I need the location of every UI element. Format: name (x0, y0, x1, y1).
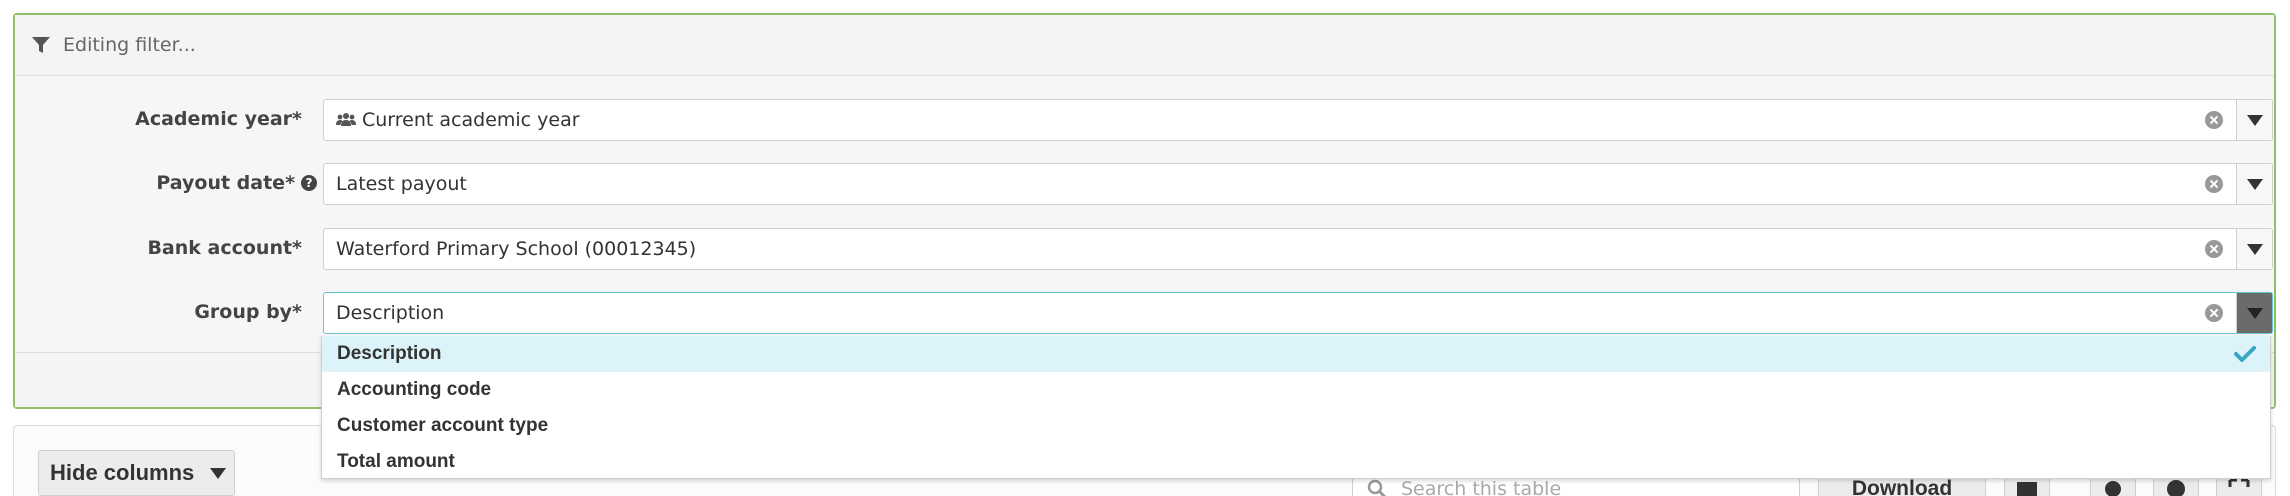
academic-year-select[interactable]: Current academic year (323, 99, 2273, 141)
option-total-amount[interactable]: Total amount (322, 444, 2270, 480)
bank-account-row: Bank account* Waterford Primary School (… (15, 228, 2274, 270)
clear-icon[interactable] (2205, 175, 2223, 193)
payout-date-value: Latest payout (336, 173, 467, 195)
academic-year-value: Current academic year (362, 109, 580, 131)
clear-icon[interactable] (2205, 111, 2223, 129)
academic-year-label: Academic year* (135, 108, 302, 130)
payout-date-label: Payout date* ? (156, 172, 317, 194)
payout-date-row: Payout date* ? Latest payout (15, 163, 2274, 205)
option-accounting-code[interactable]: Accounting code (322, 372, 2270, 408)
group-by-value: Description (336, 302, 445, 324)
group-by-options-list: Description Accounting code Customer acc… (321, 336, 2271, 479)
bank-account-dropdown-toggle[interactable] (2236, 229, 2272, 269)
group-by-select[interactable]: Description (323, 292, 2273, 334)
bank-account-value: Waterford Primary School (00012345) (336, 238, 697, 260)
caret-down-icon (2246, 307, 2263, 319)
academic-year-dropdown-toggle[interactable] (2236, 100, 2272, 140)
payout-date-dropdown-toggle[interactable] (2236, 164, 2272, 204)
bank-account-select[interactable]: Waterford Primary School (00012345) (323, 228, 2273, 270)
hide-columns-button[interactable]: Hide columns (38, 450, 235, 496)
option-description[interactable]: Description (322, 336, 2270, 372)
caret-down-icon (2246, 114, 2263, 126)
filter-header-title: Editing filter... (63, 34, 196, 56)
group-users-icon (336, 113, 356, 126)
group-by-label: Group by* (194, 301, 302, 323)
help-icon[interactable]: ? (301, 175, 317, 191)
clear-icon[interactable] (2205, 304, 2223, 322)
academic-year-row: Academic year* Current academic year (15, 99, 2274, 141)
question-icon (2167, 480, 2185, 496)
caret-down-icon (2246, 243, 2263, 255)
filter-header: Editing filter... (15, 15, 2274, 76)
filter-icon (32, 37, 50, 53)
checkmark-icon (2234, 346, 2256, 362)
clear-icon[interactable] (2205, 240, 2223, 258)
envelope-icon (2017, 482, 2037, 496)
gear-icon (2105, 481, 2121, 496)
payout-date-select[interactable]: Latest payout (323, 163, 2273, 205)
bank-account-label: Bank account* (147, 237, 302, 259)
caret-down-icon (210, 467, 227, 479)
caret-down-icon (2246, 178, 2263, 190)
search-icon (1367, 479, 1387, 496)
group-by-dropdown-toggle[interactable] (2236, 293, 2272, 333)
option-customer-account-type[interactable]: Customer account type (322, 408, 2270, 444)
expand-icon (2228, 478, 2250, 487)
group-by-row: Group by* Description (15, 292, 2274, 334)
